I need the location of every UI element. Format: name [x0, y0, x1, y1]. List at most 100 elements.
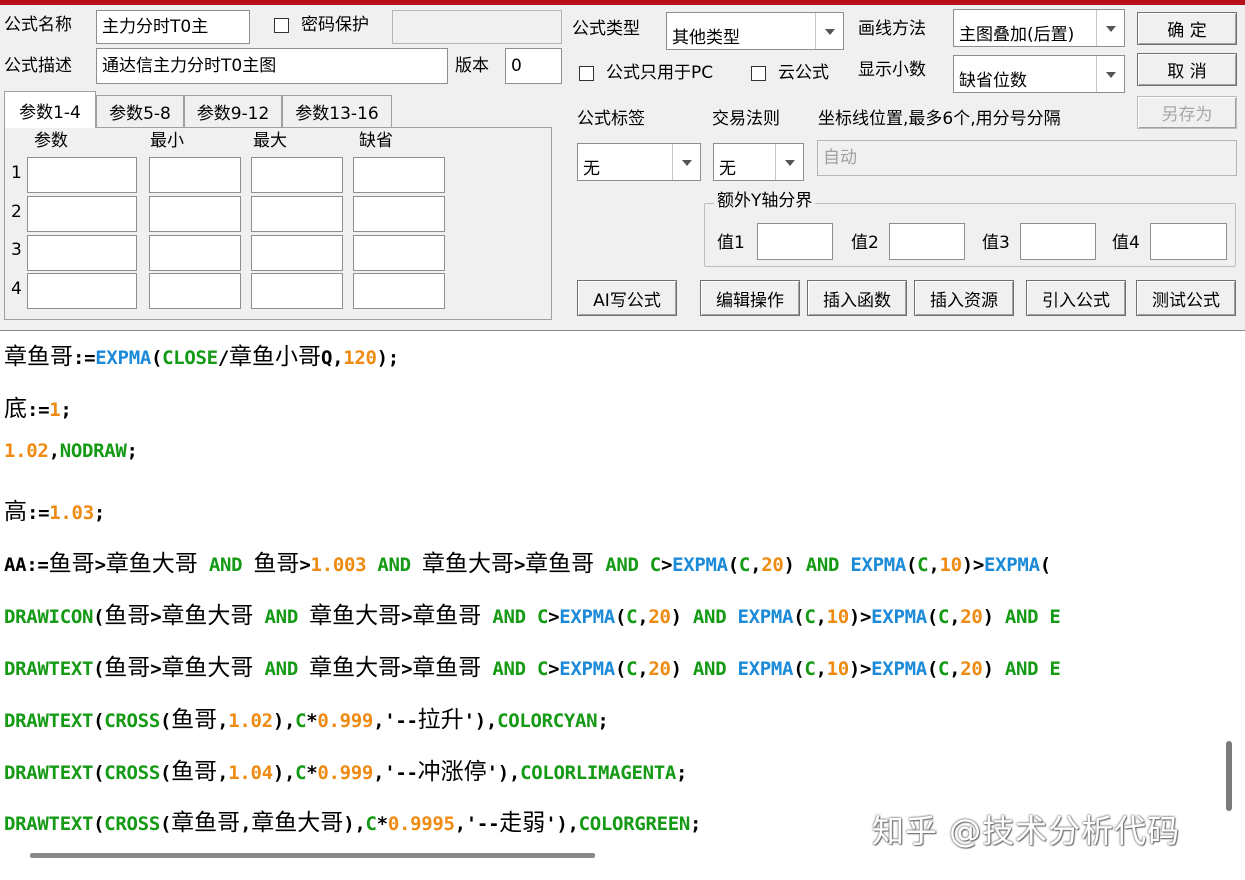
code-line: 底:=1; [4, 389, 72, 423]
pc-only-checkbox[interactable] [579, 66, 594, 81]
insert-resource-button[interactable]: 插入资源 [914, 280, 1014, 316]
code-token: 章鱼哥 [412, 655, 482, 681]
code-token: , [750, 554, 762, 576]
param-2-default-input[interactable] [353, 196, 445, 232]
version-input[interactable]: 0 [505, 48, 562, 84]
decimal-select[interactable]: 缺省位数 [953, 55, 1125, 93]
code-token: EXPMA [871, 658, 927, 680]
param-row-num: 2 [11, 202, 22, 222]
formula-desc-input[interactable]: 通达信主力分时T0主图 [96, 48, 448, 84]
param-1-min-input[interactable] [149, 157, 241, 193]
param-4-max-input[interactable] [251, 273, 343, 309]
param-header-min: 最小 [150, 131, 184, 151]
y-value-2-input[interactable] [889, 223, 965, 260]
param-2-min-input[interactable] [149, 196, 241, 232]
code-token: )> [848, 606, 872, 628]
code-editor[interactable]: 章鱼哥:=EXPMA(CLOSE/章鱼小哥Q,120); 底:=1; 1.02,NO… [0, 330, 1245, 880]
code-token: C [626, 658, 638, 680]
formula-name-input[interactable]: 主力分时T0主 [96, 10, 250, 44]
tab-params-5-8[interactable]: 参数5-8 [96, 95, 184, 127]
extra-yaxis-label: 额外Y轴分界 [714, 193, 816, 210]
formula-type-select[interactable]: 其他类型 [666, 12, 844, 50]
code-token: > [548, 658, 560, 680]
save-as-button[interactable]: 另存为 [1137, 96, 1237, 129]
code-token: 走弱 [499, 810, 546, 836]
code-token: ( [150, 347, 163, 369]
code-token: , [928, 554, 940, 576]
param-2-name-input[interactable] [27, 196, 137, 232]
code-token: AND [366, 554, 422, 576]
code-token: ( [93, 658, 105, 680]
test-formula-button[interactable]: 测试公式 [1136, 280, 1236, 316]
param-2-max-input[interactable] [251, 196, 343, 232]
code-token: EXPMA [95, 347, 151, 369]
param-3-name-input[interactable] [27, 235, 137, 271]
code-token: 0.999 [317, 710, 374, 732]
code-line: DRAWTEXT(鱼哥>章鱼大哥 AND 章鱼大哥>章鱼哥 AND C>EXPM… [4, 648, 1061, 682]
password-input[interactable] [392, 10, 562, 44]
code-token: 章鱼哥 [4, 344, 73, 370]
edit-operation-button[interactable]: 编辑操作 [700, 280, 800, 316]
code-token: 章鱼大哥 [161, 603, 254, 629]
horizontal-scrollbar[interactable] [30, 853, 595, 858]
param-1-default-input[interactable] [353, 157, 445, 193]
y-value-1-input[interactable] [757, 223, 833, 260]
tab-params-13-16[interactable]: 参数13-16 [282, 95, 392, 127]
y-value-4-input[interactable] [1150, 223, 1227, 260]
code-token: AND [794, 554, 851, 576]
code-token: AA:= [4, 554, 49, 576]
code-token: 20 [960, 606, 983, 628]
code-token: 10 [826, 658, 850, 680]
cloud-formula-label: 云公式 [778, 63, 829, 83]
param-row-num: 4 [11, 279, 22, 299]
code-token: DRAWICON [4, 606, 94, 628]
code-token: CROSS [104, 762, 160, 784]
param-3-min-input[interactable] [149, 235, 241, 271]
code-token: 1.03 [49, 502, 94, 524]
code-line: DRAWTEXT(CROSS(鱼哥,1.02),C*0.999,'--拉升'),… [4, 700, 609, 734]
tab-params-9-12[interactable]: 参数9-12 [184, 95, 282, 127]
code-token: 1 [49, 399, 61, 421]
param-1-max-input[interactable] [251, 157, 343, 193]
vertical-scrollbar[interactable] [1226, 741, 1232, 811]
code-token: , [217, 762, 229, 784]
import-formula-button[interactable]: 引入公式 [1026, 280, 1126, 316]
ok-button[interactable]: 确 定 [1137, 12, 1237, 45]
insert-function-button[interactable]: 插入函数 [807, 280, 907, 316]
trade-rule-select[interactable]: 无 [713, 143, 804, 181]
code-token: ( [159, 762, 172, 784]
code-token: AND [481, 606, 537, 628]
code-token: '), [486, 762, 521, 784]
param-4-min-input[interactable] [149, 273, 241, 309]
formula-tag-value: 无 [583, 159, 600, 179]
code-token: 底 [4, 396, 27, 422]
code-token: ( [926, 606, 939, 628]
param-3-max-input[interactable] [251, 235, 343, 271]
cloud-formula-checkbox[interactable] [751, 66, 766, 81]
code-token: ( [926, 658, 939, 680]
y-value-3-input[interactable] [1020, 223, 1096, 260]
code-token: ; [690, 813, 702, 835]
code-token: 章鱼哥 [412, 603, 482, 629]
code-token: , [815, 606, 827, 628]
code-token: , [637, 606, 649, 628]
param-3-default-input[interactable] [353, 235, 445, 271]
code-token: '), [463, 710, 498, 732]
tab-params-1-4[interactable]: 参数1-4 [4, 91, 96, 128]
param-4-name-input[interactable] [27, 273, 137, 309]
cancel-button[interactable]: 取 消 [1137, 53, 1237, 86]
param-4-default-input[interactable] [353, 273, 445, 309]
formula-tag-select[interactable]: 无 [577, 143, 701, 181]
code-token: DRAWTEXT [4, 813, 94, 835]
code-token: COLORGREEN [578, 813, 691, 835]
trade-rule-label: 交易法则 [712, 109, 780, 129]
param-1-name-input[interactable] [27, 157, 137, 193]
code-token: AND [681, 658, 738, 680]
password-label: 密码保护 [301, 15, 369, 35]
coord-line-input[interactable]: 自动 [817, 140, 1237, 176]
code-token: ( [159, 710, 172, 732]
ai-formula-button[interactable]: AI写公式 [577, 280, 677, 316]
code-token: > [299, 554, 311, 576]
draw-method-select[interactable]: 主图叠加(后置) [953, 9, 1125, 47]
password-checkbox[interactable] [274, 18, 289, 33]
